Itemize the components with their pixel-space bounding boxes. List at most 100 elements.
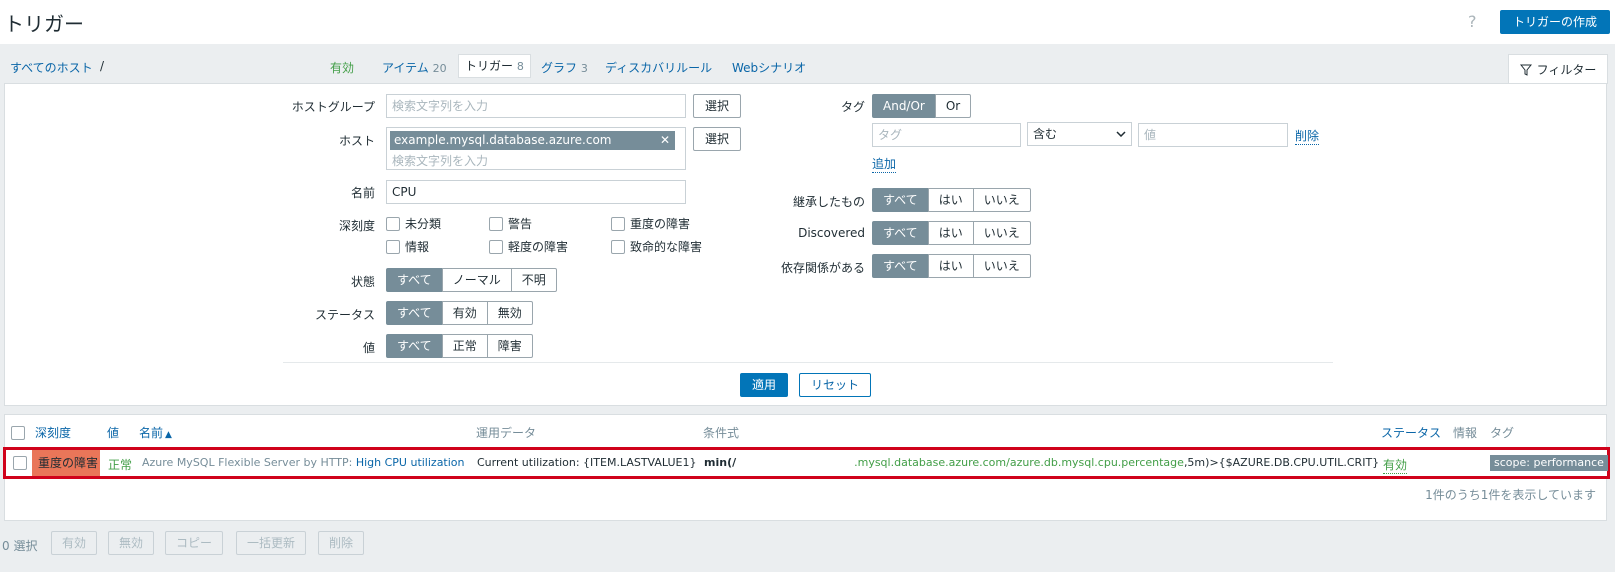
host-select-button[interactable]: 選択 — [693, 127, 741, 151]
column-tags: タグ — [1490, 426, 1515, 440]
checkbox[interactable] — [611, 239, 625, 254]
dependencies-no[interactable]: いいえ — [972, 254, 1031, 278]
discovered-no[interactable]: いいえ — [972, 221, 1031, 245]
checkbox[interactable] — [489, 216, 503, 231]
checkbox[interactable] — [489, 239, 503, 254]
filter-divider — [283, 362, 1333, 363]
discovered-segmented: すべて はい いいえ — [872, 221, 1031, 245]
severity-high[interactable]: 重度の障害 — [611, 215, 690, 232]
severity-disaster[interactable]: 致命的な障害 — [611, 238, 702, 255]
dependencies-segmented: すべて はい いいえ — [872, 254, 1031, 278]
template-name: Azure MySQL Flexible Server by HTTP: — [142, 456, 356, 469]
value-label: 値 — [362, 341, 375, 355]
column-name[interactable]: 名前 ▲ — [139, 424, 172, 441]
tab-graphs[interactable]: グラフ 3 — [541, 59, 588, 76]
tag-evaltype-segmented: And/Or Or — [872, 94, 972, 118]
host-chip: example.mysql.database.azure.com ✕ — [390, 131, 675, 150]
status-disabled[interactable]: 無効 — [486, 301, 533, 325]
inherited-no[interactable]: いいえ — [972, 188, 1031, 212]
column-severity[interactable]: 深刻度 — [35, 424, 71, 441]
value-ok[interactable]: 正常 — [441, 334, 488, 358]
severity-option-label: 情報 — [405, 240, 430, 254]
tag-name-input[interactable]: タグ — [872, 123, 1021, 147]
tag-remove-link[interactable]: 削除 — [1295, 127, 1320, 145]
reset-button[interactable]: リセット — [799, 373, 871, 397]
value-all[interactable]: すべて — [386, 334, 443, 358]
severity-average[interactable]: 軽度の障害 — [489, 238, 568, 255]
inherited-segmented: すべて はい いいえ — [872, 188, 1031, 212]
filter-panel: ホストグループ 検索文字列を入力 選択 ホスト example.mysql.da… — [4, 83, 1607, 406]
state-all[interactable]: すべて — [386, 268, 443, 292]
opdata-cell: Current utilization: {ITEM.LASTVALUE1} — [477, 456, 697, 469]
host-status-enabled[interactable]: 有効 — [330, 59, 354, 76]
table-row[interactable]: 重度の障害 正常 Azure MySQL Flexible Server by … — [3, 447, 1610, 479]
row-checkbox[interactable] — [13, 456, 27, 470]
host-multiselect[interactable]: example.mysql.database.azure.com ✕ 検索文字列… — [386, 127, 686, 170]
status-cell[interactable]: 有効 — [1383, 456, 1408, 474]
severity-warning[interactable]: 警告 — [489, 215, 532, 232]
create-trigger-button[interactable]: トリガーの作成 — [1500, 10, 1610, 34]
status-all[interactable]: すべて — [386, 301, 443, 325]
filter-tab-label: フィルター — [1536, 63, 1597, 77]
status-segmented: すべて 有効 無効 — [386, 301, 533, 325]
tab-items-label: アイテム — [382, 61, 429, 75]
trigger-name-link[interactable]: High CPU utilization — [356, 456, 465, 469]
tag-add-link[interactable]: 追加 — [872, 155, 897, 173]
state-unknown[interactable]: 不明 — [510, 268, 557, 292]
tab-web-scenarios[interactable]: Webシナリオ — [732, 59, 806, 76]
column-expression: 条件式 — [703, 426, 740, 440]
help-icon[interactable]: ? — [1468, 12, 1477, 31]
severity-not-classified[interactable]: 未分類 — [386, 215, 441, 232]
checkbox[interactable] — [386, 239, 400, 254]
filter-tab[interactable]: フィルター — [1508, 54, 1608, 84]
state-normal[interactable]: ノーマル — [441, 268, 512, 292]
column-opdata: 運用データ — [476, 426, 537, 440]
discovered-yes[interactable]: はい — [927, 221, 974, 245]
name-input[interactable]: CPU — [386, 180, 686, 204]
state-label: 状態 — [350, 275, 375, 289]
trigger-name-cell: Azure MySQL Flexible Server by HTTP: Hig… — [142, 456, 465, 469]
dependencies-yes[interactable]: はい — [927, 254, 974, 278]
inherited-label: 継承したもの — [792, 195, 865, 209]
tab-triggers[interactable]: トリガー 8 — [458, 54, 531, 78]
select-all-checkbox[interactable] — [11, 426, 25, 440]
apply-button[interactable]: 適用 — [740, 373, 788, 397]
status-enabled[interactable]: 有効 — [441, 301, 488, 325]
column-info: 情報 — [1453, 426, 1478, 440]
column-status[interactable]: ステータス — [1381, 424, 1441, 441]
column-value[interactable]: 値 — [107, 424, 119, 441]
tag-badge: scope: performance — [1490, 455, 1608, 471]
chevron-down-icon — [1116, 131, 1126, 137]
expression-threshold: ,5m)>{$AZURE.DB.CPU.UTIL.CRIT} — [1183, 456, 1380, 469]
tab-triggers-label: トリガー — [465, 59, 514, 73]
tag-and-or[interactable]: And/Or — [872, 94, 936, 118]
dependencies-all[interactable]: すべて — [872, 254, 929, 278]
value-problem[interactable]: 障害 — [486, 334, 533, 358]
tag-value-input[interactable]: 値 — [1138, 123, 1288, 147]
tab-items[interactable]: アイテム 20 — [382, 59, 447, 76]
mass-enable-button[interactable]: 有効 — [51, 531, 98, 555]
severity-information[interactable]: 情報 — [386, 238, 429, 255]
mass-update-button[interactable]: 一括更新 — [236, 531, 307, 555]
mass-delete-button[interactable]: 削除 — [318, 531, 365, 555]
chip-close-icon[interactable]: ✕ — [660, 131, 670, 150]
expression-function: min(/ — [704, 456, 737, 469]
filter-icon — [1519, 64, 1532, 76]
checkbox[interactable] — [386, 216, 400, 231]
tab-discovery-rules[interactable]: ディスカバリルール — [605, 59, 712, 76]
mass-disable-button[interactable]: 無効 — [108, 531, 155, 555]
discovered-all[interactable]: すべて — [872, 221, 929, 245]
severity-option-label: 重度の障害 — [630, 217, 691, 231]
checkbox[interactable] — [611, 216, 625, 231]
mass-copy-button[interactable]: コピー — [165, 531, 224, 555]
tag-operator-value: 含む — [1033, 127, 1058, 141]
hostgroup-select-button[interactable]: 選択 — [693, 94, 741, 118]
severity-label: 深刻度 — [338, 219, 375, 233]
inherited-yes[interactable]: はい — [927, 188, 974, 212]
breadcrumb-all-hosts[interactable]: すべてのホスト — [10, 59, 93, 76]
tag-or[interactable]: Or — [934, 94, 972, 118]
hostgroup-input[interactable]: 検索文字列を入力 — [386, 94, 686, 118]
tag-operator-select[interactable]: 含む — [1027, 122, 1132, 146]
expression-item-link[interactable]: .mysql.database.azure.com/azure.db.mysql… — [854, 456, 1184, 469]
inherited-all[interactable]: すべて — [872, 188, 929, 212]
